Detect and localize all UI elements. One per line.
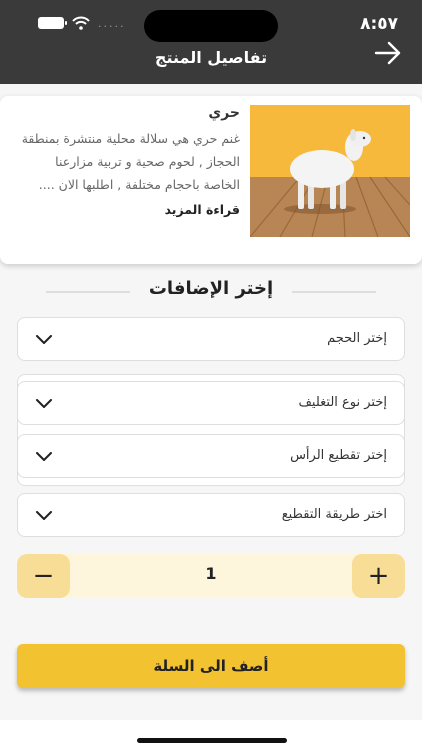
battery-icon [38, 17, 67, 29]
back-arrow-icon[interactable] [374, 40, 402, 66]
product-image [250, 105, 410, 237]
product-name: حري [208, 105, 240, 121]
cutting-method-select[interactable]: اختر طريقة التقطيع [17, 493, 405, 537]
size-select-label: إختر الحجم [327, 331, 387, 346]
head-cut-select-label: إختر تقطيع الرأس [290, 448, 387, 463]
packaging-select-label: إختر نوع التغليف [298, 395, 387, 410]
chevron-down-icon [36, 452, 52, 461]
product-description: غنم حري هي سلالة محلية منتشرة بمنطقة الح… [21, 131, 240, 192]
add-to-cart-button[interactable]: أصف الى السلة [17, 644, 405, 688]
status-time: ٨:٥٧ [360, 14, 398, 34]
wifi-icon [72, 16, 90, 30]
cutting-method-select-label: اختر طريقة التقطيع [281, 507, 387, 522]
addons-heading: إختر الإضافات [0, 278, 422, 308]
head-cut-select[interactable]: إختر تقطيع الرأس [17, 434, 405, 478]
chevron-down-icon [36, 399, 52, 408]
packaging-select[interactable]: إختر نوع التغليف [17, 381, 405, 425]
top-bar: ..... ٨:٥٧ تفاصيل المنتج [0, 0, 422, 84]
add-to-cart-label: أصف الى السلة [153, 657, 269, 675]
size-select[interactable]: إختر الحجم [17, 317, 405, 361]
home-indicator[interactable] [137, 738, 287, 743]
sheep-illustration [250, 105, 410, 237]
page-title: تفاصيل المنتج [154, 48, 268, 67]
addons-title: إختر الإضافات [148, 278, 274, 299]
dynamic-island [144, 10, 278, 42]
product-text: حري غنم حري هي سلالة محلية منتشرة بمنطقة… [20, 105, 240, 217]
divider [292, 291, 376, 293]
plus-icon: + [367, 561, 390, 591]
increase-quantity-button[interactable]: + [352, 554, 405, 598]
status-icons: ..... [38, 16, 125, 30]
read-more-link[interactable]: قراءة المزيد [20, 202, 240, 217]
quantity-stepper: − 1 + [17, 554, 405, 598]
product-card: حري غنم حري هي سلالة محلية منتشرة بمنطقة… [0, 96, 422, 264]
quantity-value: 1 [205, 564, 217, 583]
bottom-area [0, 720, 422, 750]
chevron-down-icon [36, 511, 52, 520]
chevron-down-icon [36, 335, 52, 344]
signal-dots: ..... [98, 16, 126, 30]
